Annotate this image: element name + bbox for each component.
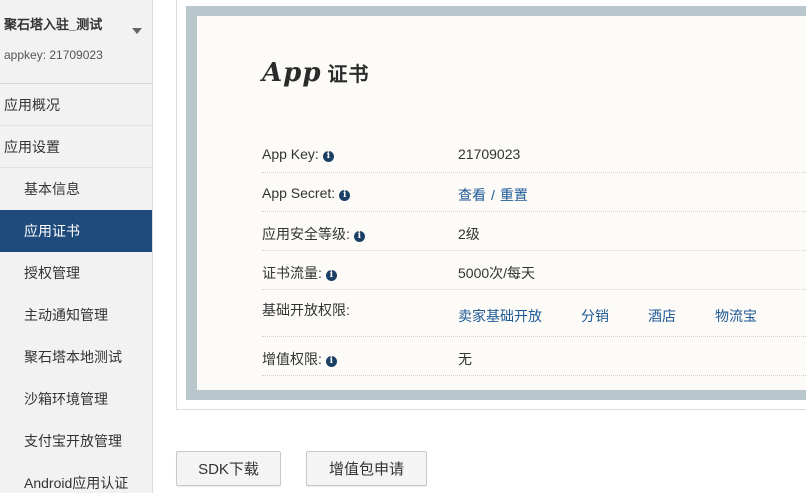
sdk-download-button[interactable]: SDK下载 [176,451,281,486]
reset-secret-link[interactable]: 重置 [500,187,528,203]
traffic-label-text: 证书流量: [262,265,322,281]
row-label: 应用安全等级: i [262,224,365,244]
sidebar: 聚石塔入驻_测试 appkey: 21709023 应用概况 应用设置 基本信息… [0,0,153,493]
security-level-value: 2级 [458,226,480,242]
certificate-details: App Key: i 21709023 App Secret: i 查看 / 重置 应用… [262,134,806,376]
certificate-title: App 证书 [262,58,370,88]
sidebar-item-alipay[interactable]: 支付宝开放管理 [0,420,152,462]
sidebar-item-app-overview[interactable]: 应用概况 [0,84,152,126]
sidebar-item-sandbox[interactable]: 沙箱环境管理 [0,378,152,420]
value-added-label-text: 增值权限: [262,351,322,367]
basic-permissions-label: 基础开放权限: [262,302,350,318]
permission-link-logistics[interactable]: 物流宝 [715,306,757,326]
info-icon[interactable]: i [339,190,351,201]
sidebar-item-android-auth[interactable]: Android应用认证 [0,462,152,493]
row-label: 证书流量: i [262,263,337,283]
row-label: App Secret: i [262,185,351,201]
view-secret-link[interactable]: 查看 [458,187,486,203]
row-app-key: App Key: i 21709023 [262,134,806,173]
row-label: 增值权限: i [262,349,337,369]
sidebar-item-app-certificate[interactable]: 应用证书 [0,210,152,252]
sidebar-item-basic-info[interactable]: 基本信息 [0,168,152,210]
info-icon[interactable]: i [325,270,337,281]
sidebar-item-app-settings[interactable]: 应用设置 [0,126,152,168]
sidebar-item-local-test[interactable]: 聚石塔本地测试 [0,336,152,378]
certificate-frame: App 证书 App Key: i 21709023 App Secret: i 查看… [186,6,806,400]
row-traffic: 证书流量: i 5000次/每天 [262,251,806,290]
value-added-apply-button[interactable]: 增值包申请 [306,451,427,486]
separator: / [491,187,495,203]
value-added-value: 无 [458,351,472,367]
row-label: App Key: i [262,146,334,162]
app-switcher[interactable]: 聚石塔入驻_测试 appkey: 21709023 [0,0,152,84]
row-basic-permissions: 基础开放权限: 卖家基础开放 分销 酒店 物流宝 [262,290,806,337]
app-key-value: 21709023 [458,146,521,162]
certificate-card: App 证书 App Key: i 21709023 App Secret: i 查看… [197,16,806,390]
permission-link-hotel[interactable]: 酒店 [648,306,676,326]
certificate-title-cn: 证书 [327,62,370,86]
app-name: 聚石塔入驻_测试 [4,17,103,32]
info-icon[interactable]: i [325,356,337,367]
app-secret-actions: 查看 / 重置 [458,185,528,205]
row-value-added: 增值权限: i 无 [262,337,806,376]
sidebar-item-notifications[interactable]: 主动通知管理 [0,294,152,336]
row-app-secret: App Secret: i 查看 / 重置 [262,173,806,212]
chevron-down-icon[interactable] [132,28,142,34]
permission-link-seller-basic[interactable]: 卖家基础开放 [458,306,542,326]
traffic-value: 5000次/每天 [458,265,536,281]
app-key-label-text: App Key: [262,146,319,162]
sidebar-item-authorization[interactable]: 授权管理 [0,252,152,294]
row-security-level: 应用安全等级: i 2级 [262,212,806,251]
info-icon[interactable]: i [353,231,365,242]
app-key-label: appkey: 21709023 [4,48,103,62]
security-level-label-text: 应用安全等级: [262,226,350,242]
certificate-title-latin: App [262,58,322,88]
permission-link-distribution[interactable]: 分销 [581,306,609,326]
info-icon[interactable]: i [322,151,334,162]
app-secret-label-text: App Secret: [262,185,336,201]
